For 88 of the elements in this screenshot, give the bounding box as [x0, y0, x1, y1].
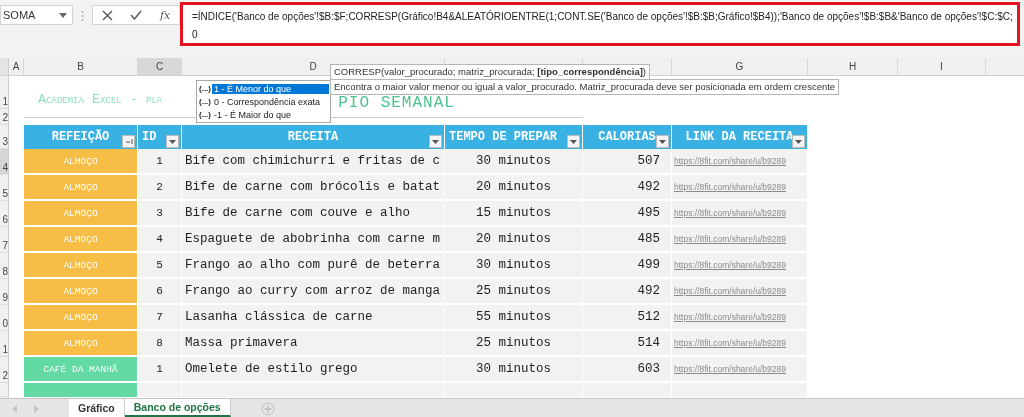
table-cell: 25 minutos — [445, 279, 583, 305]
table-cell: 30 minutos — [445, 149, 583, 175]
row-header[interactable]: 2 — [0, 109, 8, 125]
column-header[interactable]: G — [672, 58, 808, 75]
row-header[interactable]: 0 — [0, 305, 8, 331]
table-cell: 603 — [583, 357, 672, 383]
table-cell: Bife com chimichurri e fritas de c — [182, 149, 445, 175]
filter-dropdown-icon[interactable] — [429, 135, 442, 148]
sheet-tab[interactable]: Gráfico — [69, 399, 125, 417]
table-cell: 6 — [138, 279, 182, 305]
table-cell: 495 — [583, 201, 672, 227]
meal-cell: ALMOÇO — [24, 279, 138, 305]
sheet-title: PIO SEMANAL — [338, 94, 455, 111]
meal-cell: ALMOÇO — [24, 331, 138, 357]
row-header[interactable]: 2 — [0, 357, 8, 383]
row-header[interactable]: 4 — [0, 149, 8, 175]
sort-filter-icon[interactable] — [122, 135, 135, 148]
row-header[interactable]: 5 — [0, 175, 8, 201]
row-header[interactable]: 1 — [0, 76, 8, 109]
table-cell: Lasanha clássica de carne — [182, 305, 445, 331]
table-cell: 30 minutos — [445, 357, 583, 383]
column-heading: TEMPO DE PREPAR — [445, 125, 583, 149]
table-cell: Espaguete de abobrinha com carne m — [182, 227, 445, 253]
table-cell: Frango ao alho com purê de beterra — [182, 253, 445, 279]
table-cell: Bife de carne com brócolis e batat — [182, 175, 445, 201]
table-cell: 15 minutos — [445, 201, 583, 227]
meal-cell: ALMOÇO — [24, 227, 138, 253]
meal-cell: ALMOÇO — [24, 201, 138, 227]
table-cell: Omelete de estilo grego — [182, 357, 445, 383]
table-cell: 7 — [138, 305, 182, 331]
meal-cell: ALMOÇO — [24, 253, 138, 279]
table-cell: Frango ao curry com arroz de manga — [182, 279, 445, 305]
column-header[interactable]: H — [808, 58, 898, 75]
row-header[interactable]: 7 — [0, 227, 8, 253]
table-cell: 2 — [138, 175, 182, 201]
table-cell: 499 — [583, 253, 672, 279]
table-cell: 25 minutos — [445, 331, 583, 357]
filter-dropdown-icon[interactable] — [166, 135, 179, 148]
syntax-tooltip: CORRESP(valor_procurado; matriz_procurada; [tipo_correspondência]) — [330, 64, 651, 80]
table-cell: 492 — [583, 279, 672, 305]
table-cell: Massa primavera — [182, 331, 445, 357]
column-header[interactable]: A — [9, 58, 24, 75]
table-cell: 485 — [583, 227, 672, 253]
autocomplete-item[interactable]: (...) 0 - Correspondência exata — [198, 95, 329, 108]
table-cell: 4 — [138, 227, 182, 253]
column-header[interactable]: C — [138, 58, 182, 75]
column-heading: ID — [138, 125, 182, 149]
autocomplete-item[interactable]: (...) -1 - É Maior do que — [198, 108, 329, 121]
meal-cell: CAFÉ DA MANHÃ — [24, 357, 138, 383]
insert-function-button[interactable]: fx — [159, 8, 171, 22]
caret-icon — [59, 12, 67, 18]
description-tooltip: Encontra o maior valor menor ou igual a valor_procurado. Matriz_procurada deve ser posicionada em ordem crescente — [330, 79, 840, 95]
name-box[interactable]: SOMA — [0, 5, 73, 25]
meal-cell: ALMOÇO — [24, 175, 138, 201]
row-header[interactable]: 9 — [0, 279, 8, 305]
row-header[interactable]: 1 — [0, 331, 8, 357]
column-heading: CALORIAS — [583, 125, 672, 149]
table-cell: Bife de carne com couve e alho — [182, 201, 445, 227]
filter-dropdown-icon[interactable] — [567, 135, 580, 148]
table-cell: 492 — [583, 175, 672, 201]
grip-icon — [81, 10, 84, 22]
column-heading: REFEIÇÃO — [24, 125, 138, 149]
table-cell: 20 minutos — [445, 175, 583, 201]
table-cell: 1 — [138, 149, 182, 175]
table-cell: 514 — [583, 331, 672, 357]
table-cell: 1 — [138, 357, 182, 383]
check-icon[interactable] — [130, 10, 143, 20]
table-cell: 512 — [583, 305, 672, 331]
table-cell: 55 minutos — [445, 305, 583, 331]
sheet-title: Academia Excel - pla — [38, 91, 163, 108]
column-header[interactable]: I — [898, 58, 986, 75]
row-header[interactable]: 8 — [0, 253, 8, 279]
column-heading: LINK DA RECEITA — [672, 125, 808, 149]
table-cell: 5 — [138, 253, 182, 279]
filter-dropdown-icon[interactable] — [656, 135, 669, 148]
table-cell: 8 — [138, 331, 182, 357]
sheet-tab[interactable]: Banco de opções — [124, 399, 231, 417]
table-cell: 3 — [138, 201, 182, 227]
meal-cell: ALMOÇO — [24, 149, 138, 175]
row-header[interactable]: 6 — [0, 201, 8, 227]
formula-field[interactable]: =ÍNDICE('Banco de opções'!$B:$F;CORRESP(Gráfico!B4&ALEATÓRIOENTRE(1;CONT.SE('Banco de opções'!$B:$B;Gráfico!$B4));'Banco de opções'!$B:$B&'Banco de opções'!$C:$C; 0 — [180, 2, 1020, 46]
column-heading: RECEITA — [182, 125, 445, 149]
cancel-icon[interactable] — [101, 9, 113, 21]
meal-cell: ALMOÇO — [24, 305, 138, 331]
table-cell: 20 minutos — [445, 227, 583, 253]
filter-dropdown-icon[interactable] — [792, 135, 805, 148]
table-cell: 30 minutos — [445, 253, 583, 279]
table-cell: 507 — [583, 149, 672, 175]
